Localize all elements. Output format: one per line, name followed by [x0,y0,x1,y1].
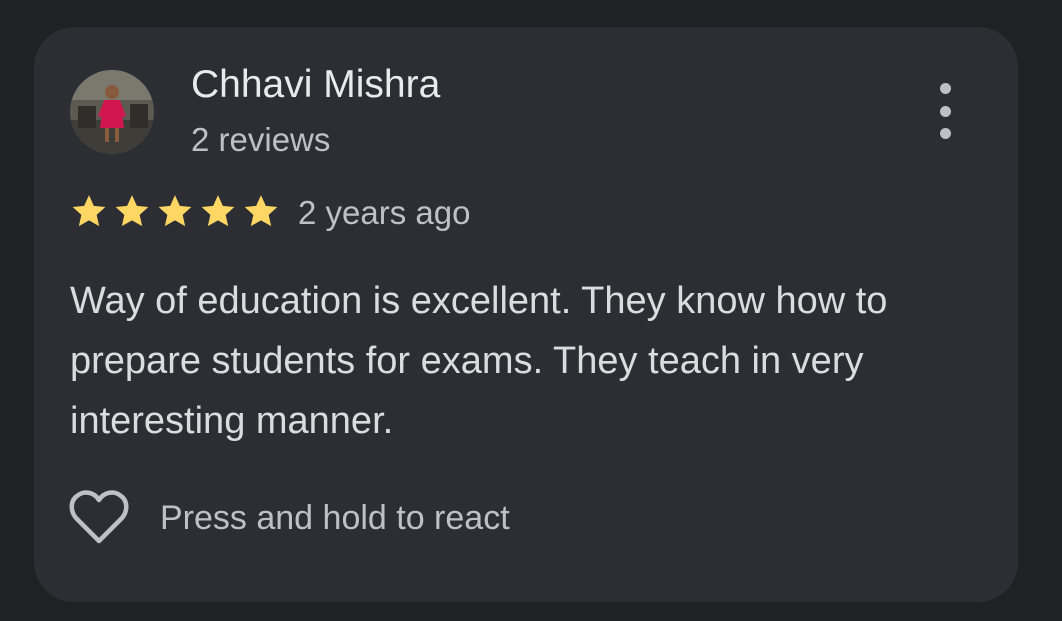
menu-dot [939,128,951,139]
star-icon [72,195,106,227]
more-vert-icon[interactable] [927,83,963,139]
review-card: Chhavi Mishra 2 reviews 2 years ago Way … [34,27,1018,602]
review-text: Way of education is excellent. They know… [70,280,888,442]
react-button[interactable]: Press and hold to react [68,489,510,547]
avatar[interactable] [70,70,154,154]
star-rating [68,191,283,231]
react-label: Press and hold to react [160,499,510,537]
author-review-count[interactable]: 2 reviews [191,121,330,159]
star-icon [158,195,192,227]
menu-dot [939,105,951,117]
avatar-photo [70,70,154,154]
menu-dot [939,83,951,94]
author-name[interactable]: Chhavi Mishra [191,63,440,107]
star-icon [201,195,235,227]
star-icon [115,195,149,227]
review-time: 2 years ago [298,194,471,231]
star-icon [244,195,278,227]
heart-outline-icon [69,490,129,544]
